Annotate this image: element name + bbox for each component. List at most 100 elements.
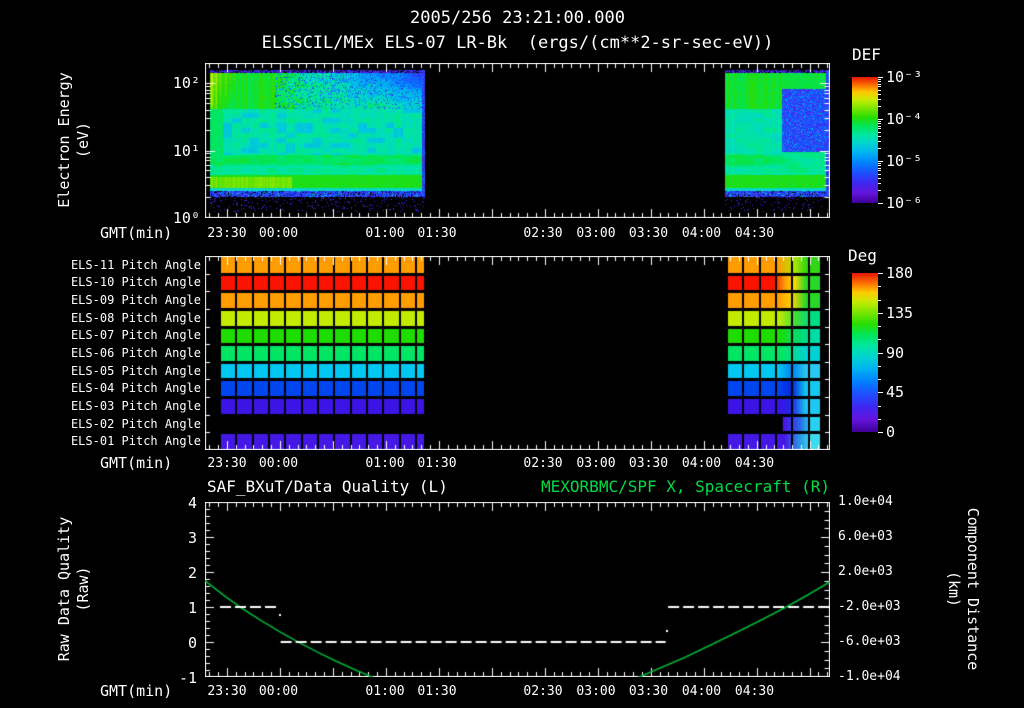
def-colorbar-tick [878, 77, 883, 78]
time-tick-label-panel1: 23:30 [207, 226, 247, 241]
def-colorbar-minor-tick [878, 165, 881, 167]
def-colorbar-label: 10⁻⁵ [886, 152, 923, 170]
deg-colorbar-tick [878, 379, 881, 380]
pitch-row-label: ELS-11 Pitch Angle [70, 257, 201, 272]
def-colorbar-tick [878, 203, 883, 204]
time-tick-label-panel1: 02:30 [523, 226, 563, 241]
time-tick-label-panel2: 02:30 [523, 456, 563, 471]
panel3-left-axis-label: Raw Data Quality (Raw) [55, 517, 93, 662]
deg-colorbar-title: Deg [848, 246, 877, 265]
pitch-row-label: ELS-01 Pitch Angle [70, 434, 201, 449]
def-colorbar-label: 10⁻⁴ [886, 110, 923, 128]
pitch-row-label: ELS-07 Pitch Angle [70, 328, 201, 343]
time-tick-label-panel2: 23:30 [207, 456, 247, 471]
electron-energy-spectrogram-canvas [205, 63, 830, 218]
deg-colorbar-label: 0 [886, 423, 896, 441]
panel1-ytick-label: 10⁰ [172, 209, 200, 227]
plot-screen: 2005/256 23:21:00.000 ELSSCIL/MEx ELS-07… [0, 0, 1024, 708]
pitch-row-label: ELS-08 Pitch Angle [70, 310, 201, 325]
time-tick-label-panel1: 03:00 [576, 226, 616, 241]
def-colorbar-minor-tick [878, 120, 881, 122]
def-colorbar-minor-tick [878, 141, 881, 142]
deg-colorbar-tick [878, 312, 883, 314]
def-colorbar-title: DEF [852, 45, 881, 64]
panel3-right-axis-label: Component Distance (km) [944, 508, 982, 671]
pitch-row-label: ELS-06 Pitch Angle [70, 346, 201, 360]
def-colorbar-minor-tick [878, 135, 881, 137]
def-colorbar-minor-tick [878, 106, 881, 108]
panel3-left-axis-label-line2: (Raw) [74, 566, 92, 612]
deg-colorbar-tick [878, 273, 883, 274]
time-tick-label-panel2: 01:00 [365, 456, 405, 471]
deg-colorbar-tick [878, 405, 881, 407]
panel3-left-tick-label: 1 [187, 599, 197, 617]
def-colorbar-minor-tick [878, 81, 881, 83]
def-colorbar-minor-tick [878, 83, 881, 85]
time-tick-label-panel3: 00:00 [258, 684, 299, 699]
def-colorbar-minor-tick [878, 170, 881, 172]
time-tick-label-panel3: 03:00 [576, 684, 616, 699]
panel3-left-tick-label: 2 [187, 564, 197, 582]
panel3-right-tick-label: -1.0e+04 [838, 669, 901, 684]
deg-colorbar-tick [878, 418, 881, 420]
time-tick-label-panel3: 04:00 [681, 684, 722, 699]
time-tick-label-panel3: 23:30 [207, 684, 247, 699]
deg-colorbar-tick [878, 432, 883, 433]
header-title: ELSSCIL/MEx ELS-07 LR-Bk (ergs/(cm**2-sr… [261, 33, 774, 53]
panel3-left-tick-label: 3 [187, 529, 197, 547]
def-colorbar-minor-tick [878, 125, 881, 127]
def-colorbar-tick [878, 161, 883, 162]
pitch-row-label: ELS-05 Pitch Angle [70, 363, 201, 378]
panel3-left-tick-label: 4 [187, 494, 197, 512]
pitch-row-label: ELS-09 Pitch Angle [70, 293, 201, 308]
pitch-row-label: ELS-03 Pitch Angle [70, 398, 201, 413]
panel1-y-axis-label: Electron Energy (eV) [55, 72, 93, 207]
deg-colorbar-tick [878, 352, 883, 354]
deg-colorbar-label: 45 [886, 383, 905, 402]
deg-colorbar-tick [878, 339, 881, 341]
time-tick-label-panel2: 00:00 [258, 456, 299, 471]
def-colorbar-minor-tick [878, 173, 881, 175]
time-tick-label-panel2: 04:30 [734, 456, 775, 471]
time-tick-label-panel1: 01:00 [365, 226, 405, 241]
panel3-right-title: MEXORBMC/SPF X, Spacecraft (R) [541, 477, 830, 496]
panel3-right-axis-label-line2: (km) [945, 570, 963, 608]
time-tick-label-panel1: 04:30 [734, 226, 775, 241]
header-datetime: 2005/256 23:21:00.000 [410, 8, 625, 28]
def-colorbar-minor-tick [878, 99, 881, 100]
def-colorbar-minor-tick [878, 190, 881, 192]
panel3-right-tick-label: -6.0e+03 [838, 634, 901, 649]
time-tick-label-panel2: 01:30 [417, 456, 457, 471]
def-colorbar-minor-tick [878, 128, 881, 130]
time-tick-label-panel1: 01:30 [417, 226, 457, 241]
time-tick-label-panel3: 04:30 [734, 684, 775, 699]
panel3-right-tick-label: 6.0e+03 [838, 529, 893, 544]
time-tick-label-panel3: 02:30 [523, 684, 563, 699]
deg-colorbar-label: 135 [886, 303, 914, 322]
def-colorbar-minor-tick [878, 177, 881, 179]
def-colorbar-minor-tick [878, 123, 881, 125]
def-colorbar-minor-tick [878, 86, 881, 88]
deg-colorbar [852, 273, 878, 432]
def-colorbar-minor-tick [878, 183, 881, 184]
time-tick-label-panel3: 03:30 [628, 684, 669, 699]
deg-colorbar-tick [878, 299, 881, 301]
pitch-angle-canvas [205, 256, 830, 450]
def-colorbar-minor-tick [878, 89, 881, 91]
time-tick-label-panel1: 04:00 [681, 226, 722, 241]
def-colorbar-minor-tick [878, 93, 881, 95]
time-tick-label-panel3: 01:30 [417, 684, 457, 699]
time-tick-label-panel3: 01:00 [365, 684, 405, 699]
deg-colorbar-tick [878, 326, 881, 327]
quality-distance-canvas [205, 502, 830, 677]
def-colorbar-minor-tick [878, 148, 881, 150]
time-tick-label-panel1: 00:00 [258, 226, 299, 241]
pitch-row-label: ELS-02 Pitch Angle [70, 416, 201, 431]
def-colorbar-minor-tick [878, 162, 881, 164]
def-colorbar-minor-tick [878, 131, 881, 133]
panel1-ytick-label: 10² [172, 74, 200, 92]
def-colorbar [852, 77, 878, 203]
deg-colorbar-tick [878, 365, 881, 367]
def-colorbar-minor-tick [878, 78, 881, 80]
panel1-ytick-label: 10¹ [172, 141, 200, 160]
